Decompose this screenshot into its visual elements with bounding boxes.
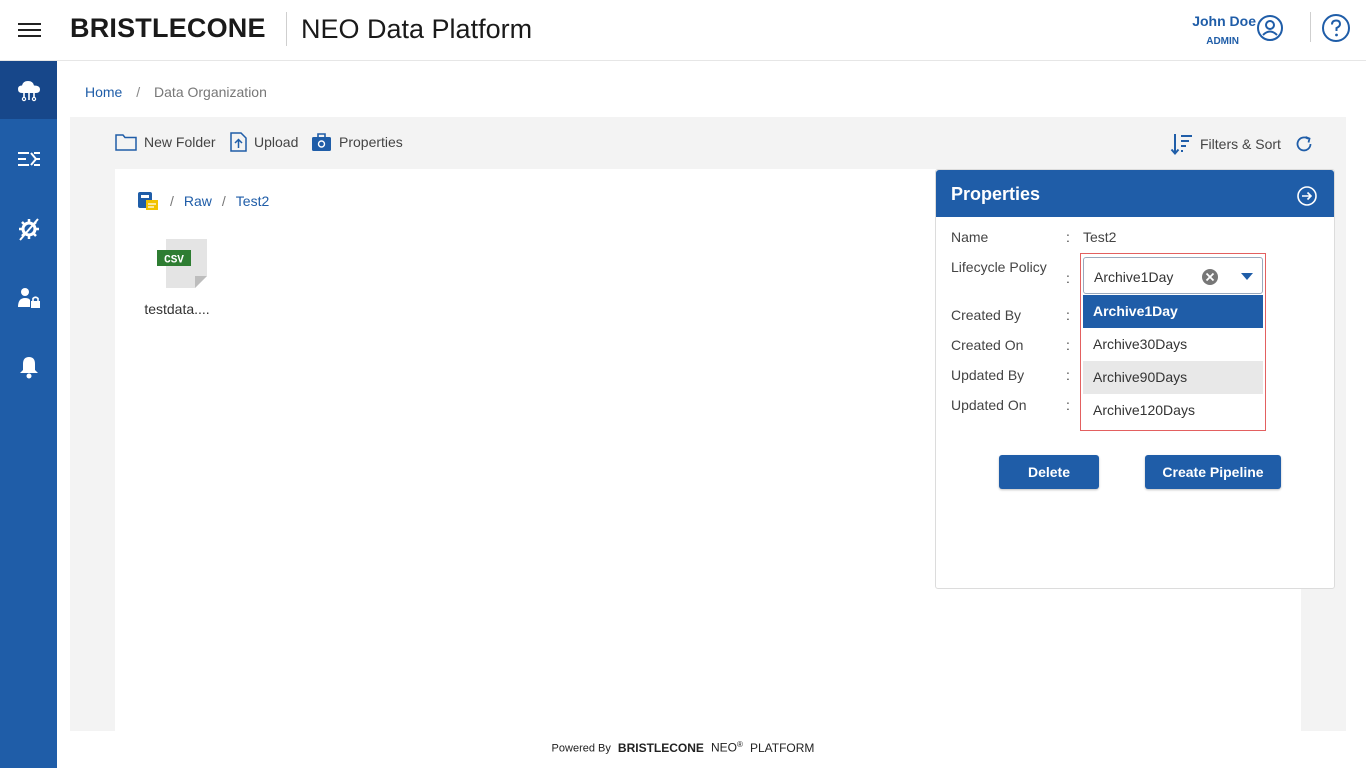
sidebar-item-pipelines[interactable] (0, 130, 57, 188)
sidebar-item-notifications[interactable] (0, 338, 57, 396)
csv-badge: CSV (164, 255, 184, 267)
path-raw[interactable]: Raw (184, 193, 212, 209)
create-pipeline-button[interactable]: Create Pipeline (1145, 455, 1281, 489)
upload-button[interactable]: Upload (230, 132, 298, 152)
footer-registered: ® (737, 740, 743, 749)
colon: : (1066, 367, 1070, 383)
chevron-down-icon[interactable] (1241, 273, 1253, 280)
breadcrumb-home[interactable]: Home (85, 84, 122, 100)
properties-title: Properties (951, 184, 1041, 204)
cloud-data-icon (17, 81, 40, 102)
settings-tools-icon (18, 218, 39, 241)
properties-briefcase-icon (312, 133, 331, 151)
name-value: Test2 (1083, 229, 1117, 245)
colon: : (1066, 270, 1070, 286)
dropdown-option[interactable]: Archive1Day (1083, 295, 1263, 328)
folder-path: / Raw / Test2 (136, 190, 269, 212)
user-lock-icon (17, 288, 40, 308)
brand-logo: BRISTLECONE (70, 13, 266, 43)
dropdown-option[interactable]: Archive30Days (1083, 328, 1263, 361)
footer-brand: BRISTLECONE (617, 740, 704, 755)
footer-powered-by: Powered By (551, 742, 611, 755)
created-on-label: Created On (951, 337, 1024, 353)
upload-label: Upload (254, 134, 299, 150)
sidebar-item-access[interactable] (0, 269, 57, 327)
file-item[interactable]: CSV testdata.... (140, 238, 214, 317)
refresh-icon[interactable] (1294, 134, 1314, 154)
help-icon[interactable] (1321, 13, 1351, 43)
lifecycle-policy-options: Archive1Day Archive30Days Archive90Days … (1083, 295, 1263, 427)
sidebar-item-tools[interactable] (0, 200, 57, 258)
colon: : (1066, 337, 1070, 353)
path-folder[interactable]: Test2 (236, 193, 269, 209)
top-header: BRISTLECONE NEO Data Platform John Doe A… (0, 0, 1366, 61)
colon: : (1066, 397, 1070, 413)
updated-on-label: Updated On (951, 397, 1027, 413)
path-separator: / (221, 193, 226, 209)
header-divider-right (1310, 12, 1311, 42)
header-divider (286, 12, 287, 46)
lifecycle-policy-value: Archive1Day (1094, 269, 1174, 285)
pipeline-flow-icon (17, 152, 40, 166)
clear-selection-icon[interactable] (1201, 268, 1219, 286)
hamburger-menu-icon[interactable] (18, 21, 42, 39)
updated-by-label: Updated By (951, 367, 1025, 383)
dropdown-option[interactable]: Archive120Days (1083, 394, 1263, 427)
filters-sort-button[interactable]: Filters & Sort (1170, 132, 1281, 156)
file-name: testdata.... (144, 301, 210, 317)
breadcrumb-separator: / (136, 84, 141, 100)
colon: : (1066, 307, 1070, 323)
bell-icon (19, 357, 38, 379)
new-folder-label: New Folder (144, 134, 216, 150)
collapse-arrow-icon[interactable] (1296, 185, 1318, 207)
filters-sort-label: Filters & Sort (1200, 136, 1281, 152)
user-account-icon[interactable] (1256, 14, 1284, 42)
path-separator: / (170, 193, 174, 209)
footer-platform: PLATFORM (749, 740, 815, 755)
user-name[interactable]: John Doe (1192, 13, 1256, 29)
upload-icon (230, 132, 247, 152)
storage-home-icon[interactable] (136, 190, 160, 212)
user-role: ADMIN (1206, 36, 1239, 47)
folder-icon (115, 134, 137, 151)
properties-button[interactable]: Properties (311, 132, 403, 152)
created-by-label: Created By (951, 307, 1022, 323)
dropdown-option[interactable]: Archive90Days (1083, 361, 1263, 394)
footer: Powered By BRISTLECONE NEO® PLATFORM (0, 740, 1366, 755)
delete-button[interactable]: Delete (999, 455, 1099, 489)
new-folder-button[interactable]: New Folder (115, 132, 216, 152)
csv-file-icon: CSV (157, 239, 207, 288)
properties-label: Properties (339, 134, 403, 150)
breadcrumb: Home / Data Organization (85, 84, 267, 100)
lifecycle-policy-select[interactable]: Archive1Day (1083, 257, 1263, 294)
sort-icon (1170, 134, 1192, 156)
properties-header: Properties (936, 170, 1334, 217)
sidebar-item-data[interactable] (0, 61, 57, 119)
breadcrumb-current: Data Organization (154, 84, 267, 100)
app-title: NEO Data Platform (301, 14, 533, 44)
lifecycle-policy-label: Lifecycle Policy (951, 259, 1047, 275)
name-label: Name (951, 229, 989, 245)
sidebar (0, 61, 57, 768)
footer-neo: NEO (711, 740, 738, 755)
colon: : (1066, 229, 1070, 245)
